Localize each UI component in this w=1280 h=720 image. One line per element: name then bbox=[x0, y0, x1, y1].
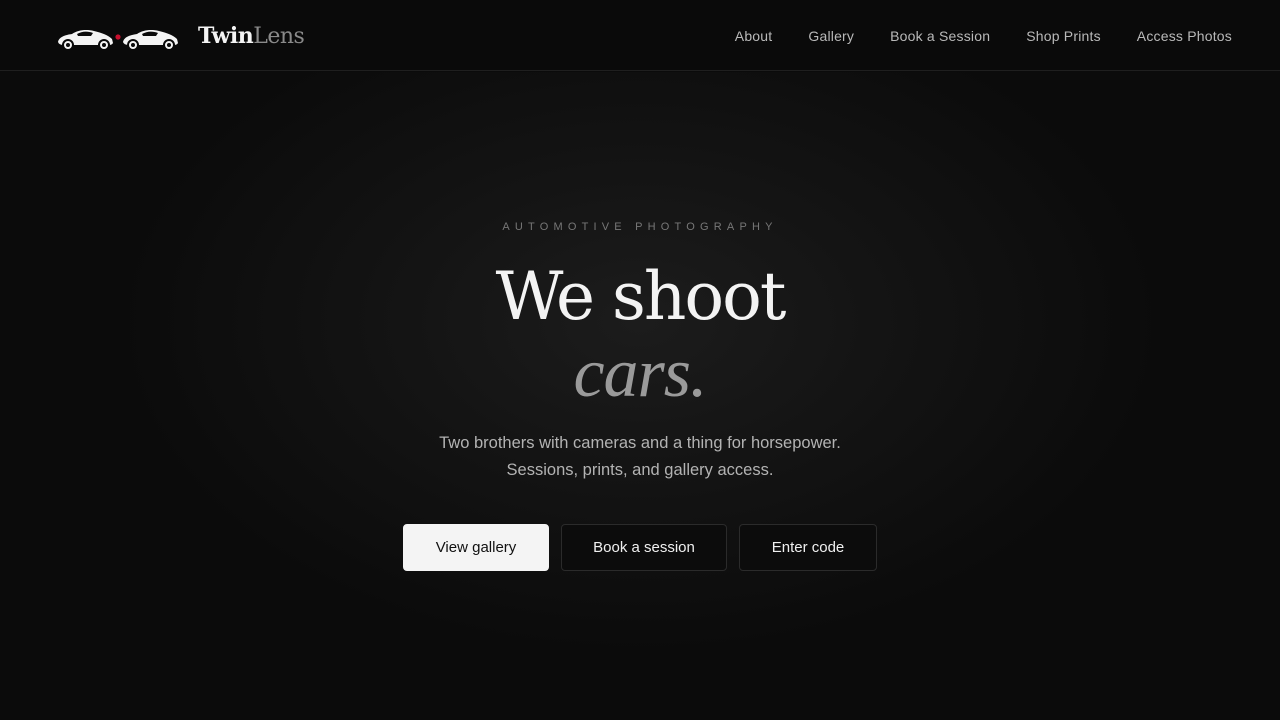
hero-headline-emphasis: cars. bbox=[573, 335, 707, 412]
main-navigation: About Gallery Book a Session Shop Prints… bbox=[735, 0, 1232, 71]
home-logo-link[interactable]: TwinLens bbox=[56, 20, 305, 53]
brand-wordmark: TwinLens bbox=[198, 20, 305, 53]
hero-subtitle: Two brothers with cameras and a thing fo… bbox=[0, 430, 1280, 484]
hero-subtitle-line2: Sessions, prints, and gallery access. bbox=[506, 461, 774, 479]
brand-name-part2: Lens bbox=[253, 23, 305, 49]
site-header: TwinLens About Gallery Book a Session Sh… bbox=[0, 0, 1280, 71]
nav-link-gallery[interactable]: Gallery bbox=[808, 28, 854, 44]
nav-link-about[interactable]: About bbox=[735, 28, 773, 44]
hero-eyebrow: AUTOMOTIVE PHOTOGRAPHY bbox=[502, 221, 778, 233]
hero-section: AUTOMOTIVE PHOTOGRAPHY We shoot cars. Tw… bbox=[0, 72, 1280, 720]
brand-name-part1: Twin bbox=[198, 22, 254, 49]
hero-subtitle-line1: Two brothers with cameras and a thing fo… bbox=[439, 434, 841, 452]
twin-cars-logo-icon bbox=[58, 30, 178, 51]
book-session-button[interactable]: Book a session bbox=[561, 524, 727, 571]
nav-link-shop-prints[interactable]: Shop Prints bbox=[1026, 28, 1101, 44]
hero-headline: We shoot bbox=[495, 258, 787, 335]
enter-code-button[interactable]: Enter code bbox=[739, 524, 877, 571]
nav-link-access-photos[interactable]: Access Photos bbox=[1137, 28, 1232, 44]
view-gallery-button[interactable]: View gallery bbox=[403, 524, 549, 571]
nav-link-book-session[interactable]: Book a Session bbox=[890, 28, 990, 44]
hero-actions: View gallery Book a session Enter code bbox=[403, 524, 877, 571]
